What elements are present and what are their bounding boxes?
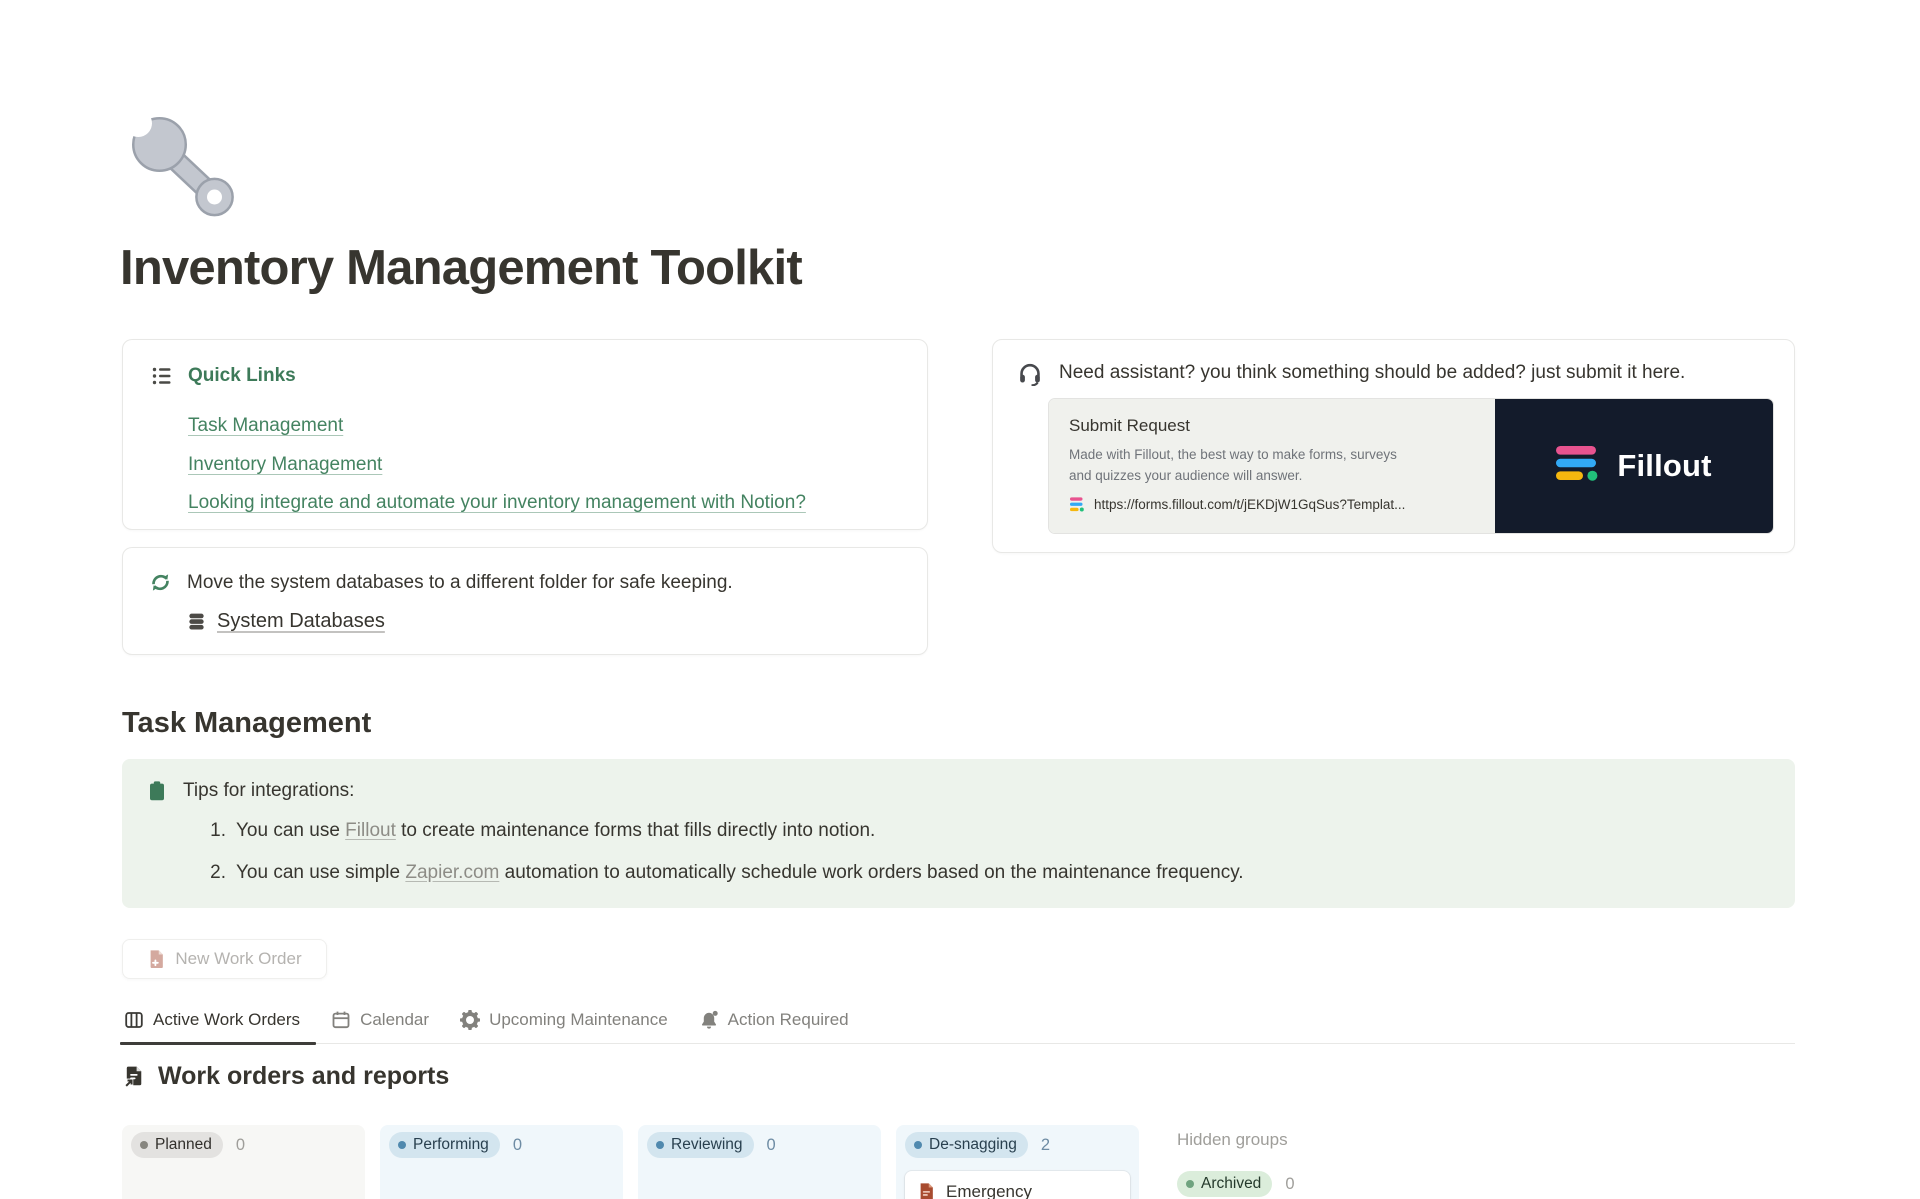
board-heading: Work orders and reports (122, 1062, 449, 1091)
sync-icon (148, 570, 173, 595)
group-count: 0 (767, 1136, 776, 1155)
status-dot (140, 1141, 148, 1149)
fillout-link[interactable]: Fillout (345, 820, 396, 841)
headset-icon (1017, 360, 1043, 386)
assist-card: Need assistant? you think something shou… (992, 339, 1795, 553)
system-databases-card: Move the system databases to a different… (122, 547, 928, 655)
group-chip-planned[interactable]: Planned (131, 1132, 223, 1158)
fillout-embed-bookmark[interactable]: Submit Request Made with Fillout, the be… (1048, 398, 1774, 534)
board-columns-icon (124, 1010, 144, 1030)
column-de-snagging: De-snagging 2 Emergency (896, 1125, 1139, 1199)
page-title: Inventory Management Toolkit (120, 240, 802, 296)
group-count: 0 (1285, 1175, 1294, 1194)
view-tabs: Active Work Orders Calendar (122, 1010, 1795, 1044)
zapier-link[interactable]: Zapier.com (405, 862, 499, 883)
kanban-board: Planned 0 Performing 0 Reviewing 0 (122, 1125, 1795, 1199)
link-automate-inventory[interactable]: Looking integrate and automate your inve… (188, 484, 806, 523)
task-management-heading: Task Management (122, 707, 371, 740)
assist-text: Need assistant? you think something shou… (1059, 360, 1685, 386)
document-plus-icon (147, 949, 166, 969)
tips-callout: Tips for integrations: 1. You can use Fi… (122, 759, 1795, 908)
tab-action-required[interactable]: Action Required (697, 1010, 851, 1043)
link-task-management[interactable]: Task Management (188, 407, 343, 446)
group-chip-archived[interactable]: Archived (1177, 1171, 1272, 1197)
embed-title: Submit Request (1069, 416, 1475, 436)
group-count: 0 (513, 1136, 522, 1155)
tip-item-2: 2. You can use simple Zapier.com automat… (202, 860, 1771, 885)
system-databases-link[interactable]: System Databases (217, 610, 385, 633)
board-title: Work orders and reports (158, 1062, 449, 1091)
column-reviewing: Reviewing 0 (638, 1125, 881, 1199)
column-performing: Performing 0 (380, 1125, 623, 1199)
bell-dot-icon (699, 1010, 719, 1030)
callout-text: Move the system databases to a different… (187, 572, 733, 594)
clipboard-icon (146, 780, 168, 802)
tab-upcoming-maintenance[interactable]: Upcoming Maintenance (458, 1010, 670, 1043)
group-count: 2 (1041, 1136, 1050, 1155)
embed-url: https://forms.fillout.com/t/jEKDjW1GqSus… (1094, 497, 1405, 512)
tip-item-1: 1. You can use Fillout to create mainten… (202, 818, 1771, 843)
hidden-groups-section: Hidden groups Archived 0 (1177, 1130, 1295, 1197)
fillout-favicon-icon (1069, 496, 1086, 513)
group-count: 0 (236, 1136, 245, 1155)
linked-database-icon (122, 1064, 147, 1089)
tab-calendar[interactable]: Calendar (329, 1010, 431, 1043)
new-work-order-button[interactable]: New Work Order (122, 939, 327, 979)
hidden-groups-label: Hidden groups (1177, 1130, 1295, 1150)
fillout-brand-text: Fillout (1617, 448, 1711, 484)
quick-links-card: Quick Links Task Management Inventory Ma… (122, 339, 928, 530)
quick-links-title: Quick Links (188, 365, 296, 387)
gear-icon (460, 1010, 480, 1030)
group-chip-de-snagging[interactable]: De-snagging (905, 1132, 1028, 1158)
wrench-icon[interactable] (122, 106, 242, 228)
fillout-logo-icon (1556, 446, 1604, 486)
tips-title: Tips for integrations: (183, 780, 354, 802)
fillout-logo: Fillout (1495, 399, 1773, 533)
database-icon (186, 611, 207, 632)
column-planned: Planned 0 (122, 1125, 365, 1199)
embed-info: Submit Request Made with Fillout, the be… (1049, 399, 1495, 533)
group-chip-performing[interactable]: Performing (389, 1132, 500, 1158)
link-inventory-management[interactable]: Inventory Management (188, 446, 382, 485)
card-emergency[interactable]: Emergency (905, 1171, 1130, 1199)
embed-description: Made with Fillout, the best way to make … (1069, 445, 1419, 487)
status-dot (914, 1141, 922, 1149)
list-icon (151, 365, 173, 387)
status-dot (656, 1141, 664, 1149)
calendar-icon (331, 1010, 351, 1030)
notion-page: Inventory Management Toolkit Quick Links… (0, 0, 1920, 1199)
status-dot (398, 1141, 406, 1149)
status-dot (1186, 1180, 1194, 1188)
tab-active-work-orders[interactable]: Active Work Orders (122, 1010, 302, 1043)
document-icon (917, 1182, 936, 1199)
group-chip-reviewing[interactable]: Reviewing (647, 1132, 754, 1158)
